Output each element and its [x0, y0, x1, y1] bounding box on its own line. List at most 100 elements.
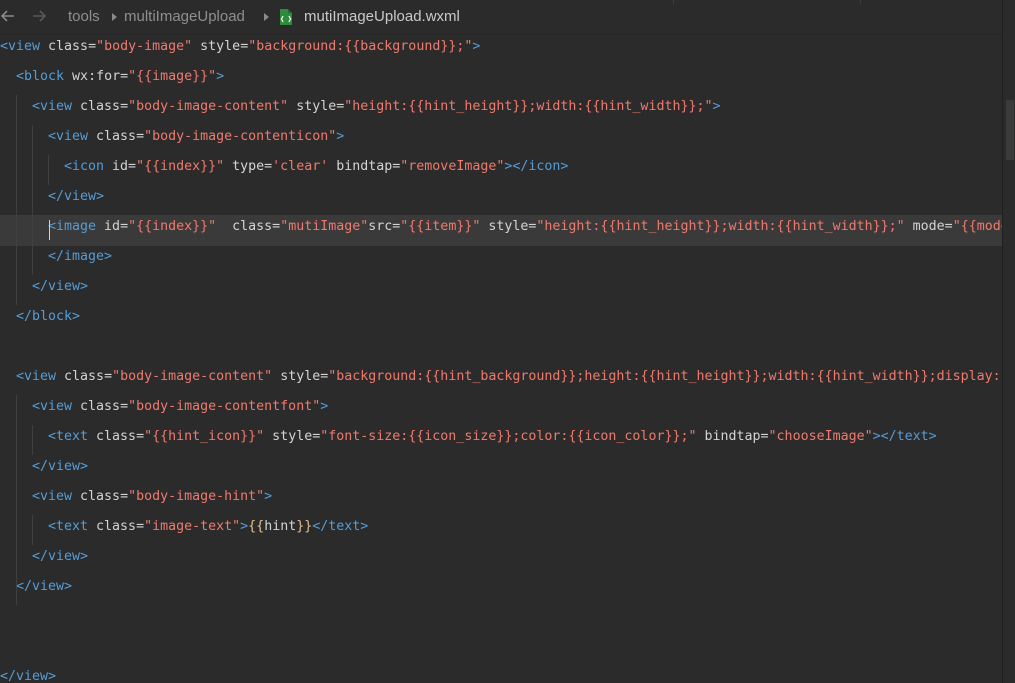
code-token: <view	[32, 99, 73, 114]
code-token: <view	[48, 129, 89, 144]
code-token: class=	[72, 489, 129, 504]
code-token: "background:{{background}};"	[248, 39, 473, 54]
code-token: </block>	[16, 309, 81, 324]
code-line[interactable]: </view>	[0, 575, 1002, 606]
code-line[interactable]: <view class="body-image-hint">	[0, 485, 1002, 516]
code-token: type=	[224, 159, 273, 174]
code-line[interactable]: <view class="body-image-content" style="…	[0, 95, 1002, 126]
code-line[interactable]	[0, 605, 1002, 636]
breadcrumb-item-file[interactable]: mutiImageUpload.wxml	[304, 8, 460, 26]
code-token: >	[336, 129, 345, 144]
code-token: id=	[104, 159, 137, 174]
code-token: "body-image-contentfont"	[128, 399, 321, 414]
indent-guide	[32, 515, 33, 545]
code-token: >	[472, 39, 481, 54]
code-token: class=	[72, 399, 129, 414]
code-token: "body-image"	[96, 39, 193, 54]
code-token: class=	[72, 99, 129, 114]
code-token: "body-image-content"	[112, 369, 273, 384]
breadcrumb-item-tools[interactable]: tools	[68, 8, 100, 26]
code-token: </image>	[48, 249, 113, 264]
code-token: </view>	[16, 579, 73, 594]
code-token: class=	[40, 39, 97, 54]
code-line[interactable]: <text class="{{hint_icon}}" style="font-…	[0, 425, 1002, 456]
indent-guide	[48, 155, 49, 185]
code-token: "body-image-contenticon"	[144, 129, 337, 144]
code-token: id=	[96, 219, 129, 234]
code-token: <view	[32, 489, 73, 504]
code-token: bindtap=	[328, 159, 401, 174]
breadcrumb-separator-icon	[112, 13, 117, 21]
code-token: <icon	[64, 159, 105, 174]
code-token: style=	[480, 219, 537, 234]
code-token: "{{image}}"	[128, 69, 217, 84]
back-arrow-icon[interactable]	[0, 6, 20, 26]
indent-guide	[16, 95, 17, 305]
code-token: >	[320, 399, 329, 414]
code-token: "body-image-content"	[128, 99, 289, 114]
code-line[interactable]	[0, 635, 1002, 666]
code-token: class=	[216, 219, 281, 234]
code-token: "body-image-hint"	[128, 489, 265, 504]
forward-arrow-icon[interactable]	[30, 6, 50, 26]
code-token: "chooseImage"	[768, 429, 873, 444]
code-token: style=	[192, 39, 249, 54]
code-token: "{{item}}"	[400, 219, 481, 234]
code-token: "removeImage"	[400, 159, 505, 174]
code-token: "mutiImage"	[280, 219, 369, 234]
code-line[interactable]: </block>	[0, 305, 1002, 336]
code-token: ></icon>	[504, 159, 569, 174]
code-token: class=	[56, 369, 113, 384]
code-token: <text	[48, 519, 89, 534]
code-line[interactable]: <block wx:for="{{image}}">	[0, 65, 1002, 96]
code-line[interactable]	[0, 335, 1002, 366]
code-line[interactable]: <view class="body-image-contentfont">	[0, 395, 1002, 426]
text-cursor	[49, 220, 50, 240]
code-token: </view>	[32, 549, 89, 564]
code-line[interactable]: </view>	[0, 665, 1002, 683]
code-token: <view	[16, 369, 57, 384]
code-editor[interactable]: <view class="body-image" style="backgrou…	[0, 35, 1002, 683]
code-line[interactable]: <icon id="{{index}}" type='clear' bindta…	[0, 155, 1002, 186]
code-line[interactable]: </view>	[0, 185, 1002, 216]
code-token: 'clear'	[272, 159, 329, 174]
code-token: bindtap=	[696, 429, 769, 444]
code-line[interactable]: <view class="body-image" style="backgrou…	[0, 35, 1002, 66]
code-token: ></text>	[872, 429, 937, 444]
code-token: style=	[264, 429, 321, 444]
code-line[interactable]: </view>	[0, 275, 1002, 306]
code-token: hint	[264, 519, 297, 534]
code-token: "{{index}}"	[136, 159, 225, 174]
code-token: mode=	[904, 219, 953, 234]
code-token: <view	[32, 399, 73, 414]
code-token: class=	[88, 429, 145, 444]
code-token: src=	[368, 219, 401, 234]
code-token: "height:{{hint_height}};width:{{hint_wid…	[536, 219, 905, 234]
breadcrumb-item-folder[interactable]: multiImageUpload	[124, 8, 245, 26]
code-token: >	[216, 69, 225, 84]
code-token: >	[240, 519, 249, 534]
code-token: <block	[16, 69, 65, 84]
code-token: "image-text"	[144, 519, 241, 534]
code-token: "{{mode}}"	[952, 219, 1002, 234]
code-token: class=	[88, 519, 145, 534]
code-line[interactable]: <text class="image-text">{{hint}}</text>	[0, 515, 1002, 546]
code-line[interactable]: </image>	[0, 245, 1002, 276]
vertical-scrollbar[interactable]	[1002, 0, 1015, 683]
indent-guide	[16, 395, 17, 605]
code-line[interactable]: <view class="body-image-content" style="…	[0, 365, 1002, 396]
code-token: style=	[288, 99, 345, 114]
breadcrumb: tools multiImageUpload mutiImageUpload.w…	[0, 0, 1015, 35]
breadcrumb-separator-icon	[264, 13, 269, 21]
code-token: "background:{{hint_background}};height:{…	[328, 369, 1002, 384]
code-line[interactable]: </view>	[0, 545, 1002, 576]
code-token: }}	[296, 519, 313, 534]
code-line[interactable]: </view>	[0, 455, 1002, 486]
code-line[interactable]: <view class="body-image-contenticon">	[0, 125, 1002, 156]
code-token: "{{index}}"	[128, 219, 217, 234]
code-token: </view>	[48, 189, 105, 204]
code-token: wx:for=	[64, 69, 129, 84]
code-token: "{{hint_icon}}"	[144, 429, 265, 444]
code-line[interactable]: <image id="{{index}}" class="mutiImage"s…	[0, 215, 1002, 246]
scrollbar-thumb[interactable]	[1006, 100, 1014, 160]
